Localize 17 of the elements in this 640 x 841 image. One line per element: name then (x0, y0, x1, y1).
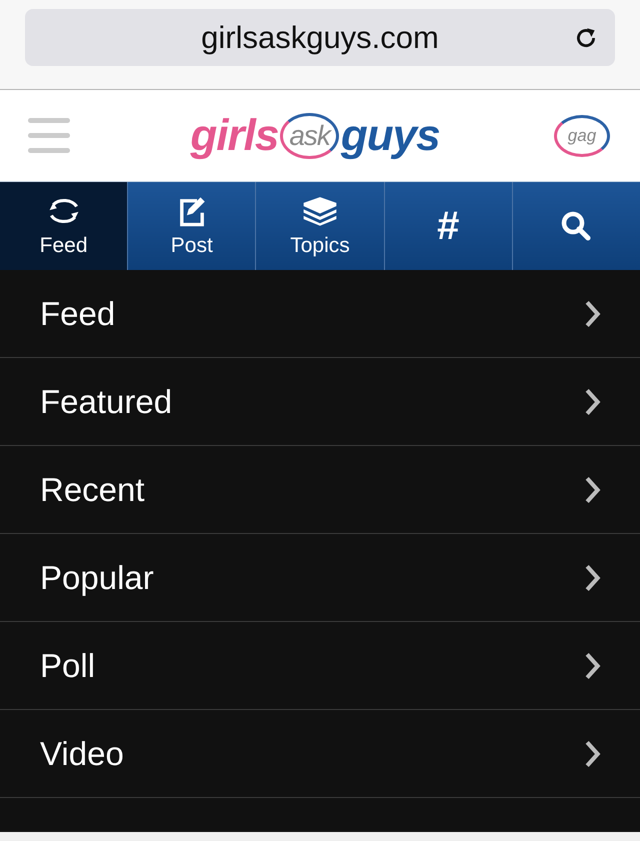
logo[interactable]: girls ask guys (190, 110, 440, 160)
chevron-icon (584, 300, 602, 328)
stack-icon (302, 194, 338, 228)
nav-tab[interactable]: # (384, 182, 512, 270)
chevron-icon (584, 476, 602, 504)
chevron-icon (584, 388, 602, 416)
nav-tab[interactable]: Post (127, 182, 256, 270)
search-icon (560, 210, 592, 242)
nav-tab[interactable]: Feed (0, 182, 128, 270)
chevron-icon (584, 740, 602, 768)
nav-tab[interactable] (512, 182, 640, 270)
address-bar[interactable]: girlsaskguys.com (25, 9, 615, 66)
url-text: girlsaskguys.com (201, 20, 439, 56)
gag-logo[interactable]: gag (554, 114, 610, 156)
chevron-icon (584, 652, 602, 680)
chevron-icon (584, 564, 602, 592)
nav-tab[interactable]: Topics (255, 182, 384, 270)
